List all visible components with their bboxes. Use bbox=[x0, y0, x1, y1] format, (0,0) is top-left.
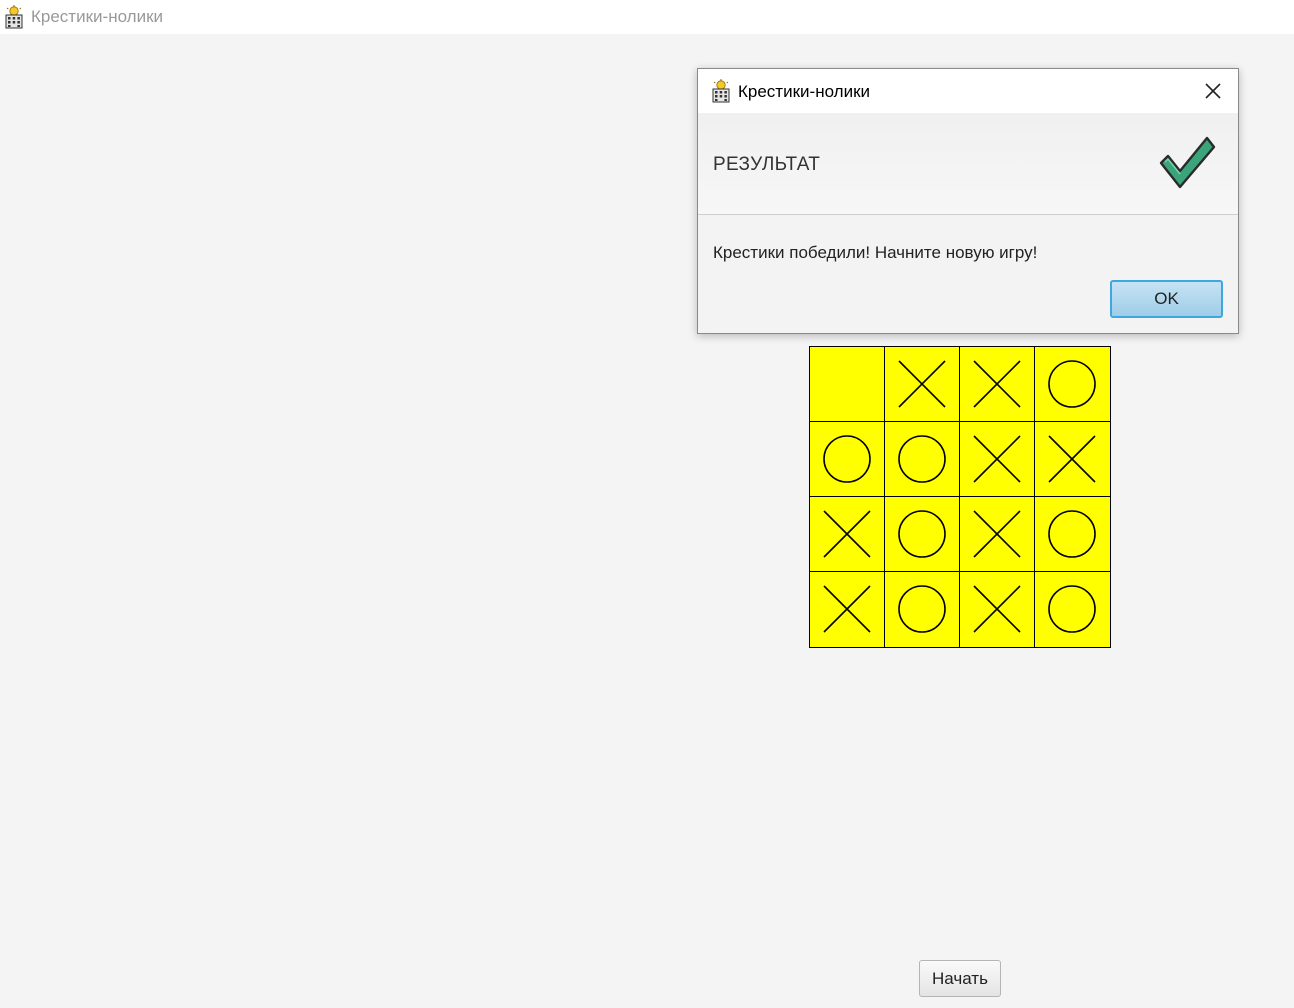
x-mark-icon bbox=[823, 510, 871, 558]
app-icon bbox=[5, 5, 23, 29]
game-board bbox=[809, 346, 1111, 648]
dialog-header-text: РЕЗУЛЬТАТ bbox=[713, 154, 821, 175]
board-cell[interactable] bbox=[885, 497, 960, 572]
app-icon bbox=[712, 79, 730, 103]
board-cell[interactable] bbox=[1035, 497, 1110, 572]
window-title: Крестики-нолики bbox=[31, 7, 164, 26]
x-mark-icon bbox=[1048, 435, 1096, 483]
board-cell[interactable] bbox=[960, 497, 1035, 572]
o-mark-icon bbox=[1048, 510, 1096, 558]
board-cell[interactable] bbox=[885, 347, 960, 422]
x-mark-icon bbox=[898, 360, 946, 408]
board-cell[interactable] bbox=[1035, 572, 1110, 647]
main-titlebar[interactable]: Крестики-нолики bbox=[0, 0, 1294, 34]
board-cell[interactable] bbox=[810, 422, 885, 497]
ok-button[interactable]: OK bbox=[1110, 280, 1223, 318]
o-mark-icon bbox=[898, 510, 946, 558]
dialog-titlebar[interactable]: Крестики-нолики bbox=[698, 69, 1238, 113]
board-cell[interactable] bbox=[810, 347, 885, 422]
start-button[interactable]: Начать bbox=[919, 960, 1001, 997]
dialog-message: Крестики победили! Начните новую игру! bbox=[713, 243, 1038, 262]
board-cell[interactable] bbox=[960, 572, 1035, 647]
board-cell[interactable] bbox=[960, 422, 1035, 497]
close-icon[interactable] bbox=[1198, 77, 1228, 105]
x-mark-icon bbox=[973, 435, 1021, 483]
dialog-title: Крестики-нолики bbox=[738, 82, 871, 101]
o-mark-icon bbox=[823, 435, 871, 483]
board-cell[interactable] bbox=[810, 572, 885, 647]
board-cell[interactable] bbox=[810, 497, 885, 572]
board-cell[interactable] bbox=[885, 572, 960, 647]
o-mark-icon bbox=[1048, 585, 1096, 633]
checkmark-icon bbox=[1159, 136, 1216, 189]
board-cell[interactable] bbox=[960, 347, 1035, 422]
result-dialog: Крестики-нолики РЕЗУЛЬТАТ Крестики побед… bbox=[697, 68, 1239, 334]
o-mark-icon bbox=[898, 585, 946, 633]
x-mark-icon bbox=[973, 360, 1021, 408]
x-mark-icon bbox=[973, 510, 1021, 558]
x-mark-icon bbox=[973, 585, 1021, 633]
o-mark-icon bbox=[898, 435, 946, 483]
board-cell[interactable] bbox=[1035, 347, 1110, 422]
x-mark-icon bbox=[823, 585, 871, 633]
o-mark-icon bbox=[1048, 360, 1096, 408]
dialog-header: РЕЗУЛЬТАТ bbox=[698, 113, 1238, 215]
board-cell[interactable] bbox=[1035, 422, 1110, 497]
board-cell[interactable] bbox=[885, 422, 960, 497]
